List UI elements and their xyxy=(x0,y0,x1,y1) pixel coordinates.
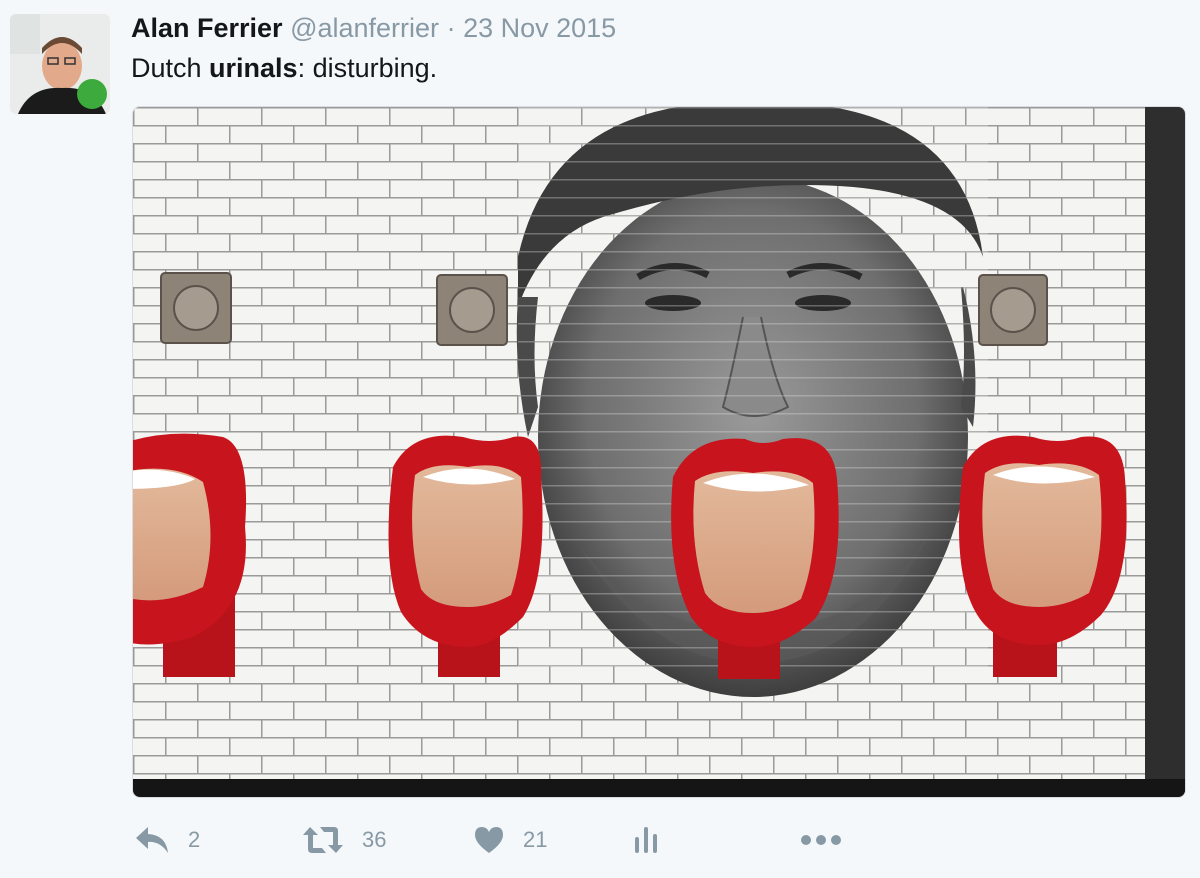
tweet-header: Alan Ferrier @alanferrier · 23 Nov 2015 xyxy=(131,10,616,46)
retweet-button[interactable]: 36 xyxy=(302,818,386,862)
analytics-icon xyxy=(635,827,657,853)
tweet-date[interactable]: 23 Nov 2015 xyxy=(463,13,616,43)
flush-plate xyxy=(978,274,1048,346)
tweet-photo[interactable] xyxy=(132,106,1186,798)
avatar-image xyxy=(10,14,110,114)
display-name[interactable]: Alan Ferrier xyxy=(131,13,283,43)
avatar[interactable] xyxy=(10,14,110,114)
tweet-text-start: Dutch xyxy=(131,53,210,83)
reply-button[interactable]: 2 xyxy=(134,818,200,862)
retweet-icon xyxy=(303,827,343,853)
more-button[interactable] xyxy=(800,818,842,862)
urinals-photo xyxy=(133,107,1185,797)
tweet-actions: 2 36 21 xyxy=(0,818,1200,862)
heart-icon xyxy=(475,827,503,853)
reply-count: 2 xyxy=(188,827,201,852)
lip-urinal xyxy=(133,433,247,677)
tweet-text: Dutch urinals: disturbing. xyxy=(131,50,437,86)
flush-plate xyxy=(436,274,508,346)
like-button[interactable]: 21 xyxy=(473,818,547,862)
reply-icon xyxy=(136,827,168,853)
user-handle[interactable]: @alanferrier xyxy=(290,13,439,43)
flush-plate xyxy=(160,272,232,344)
more-icon xyxy=(801,835,841,845)
like-count: 21 xyxy=(523,827,548,852)
tweet-text-bold: urinals xyxy=(209,53,298,83)
retweet-count: 36 xyxy=(362,827,387,852)
separator: · xyxy=(446,13,456,43)
tweet-text-end: : disturbing. xyxy=(297,53,438,83)
analytics-button[interactable] xyxy=(634,818,660,862)
